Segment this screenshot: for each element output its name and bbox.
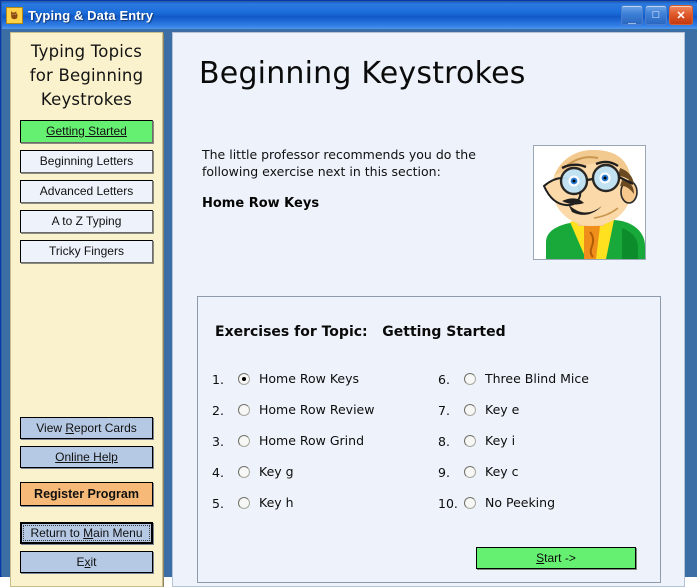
- return-accel: M: [83, 526, 94, 540]
- report-accel: R: [65, 421, 75, 435]
- exercise-number: 8.: [438, 434, 450, 449]
- radio-button[interactable]: [238, 497, 250, 509]
- radio-button[interactable]: [238, 404, 250, 416]
- sidebar-item-beginning-letters[interactable]: Beginning Letters: [20, 150, 153, 173]
- topic-label: Tricky Fingers: [49, 244, 124, 258]
- sidebar-item-advanced-letters[interactable]: Advanced Letters: [20, 180, 153, 203]
- list-item[interactable]: 10. No Peeking: [438, 495, 658, 526]
- sidebar-item-a-to-z-typing[interactable]: A to Z Typing: [20, 210, 153, 233]
- view-report-cards-button[interactable]: View Report Cards: [20, 417, 153, 439]
- exit-pre: E: [76, 555, 85, 569]
- exercise-label: Home Row Keys: [259, 371, 360, 386]
- exercise-label: Key g: [259, 464, 294, 479]
- exercises-title: Exercises for Topic: Getting Started: [215, 324, 506, 340]
- list-item[interactable]: 2. Home Row Review: [212, 402, 432, 433]
- return-post: ain Menu: [93, 526, 143, 540]
- radio-button[interactable]: [464, 466, 476, 478]
- list-item[interactable]: 7. Key e: [438, 402, 658, 433]
- list-item[interactable]: 9. Key c: [438, 464, 658, 495]
- sidebar-item-tricky-fingers[interactable]: Tricky Fingers: [20, 240, 153, 263]
- minimize-button[interactable]: _: [621, 5, 643, 25]
- topic-label: Advanced Letters: [39, 184, 134, 198]
- exercise-number: 3.: [212, 434, 224, 449]
- radio-button[interactable]: [464, 404, 476, 416]
- recommended-exercise-name: Home Row Keys: [202, 196, 320, 211]
- exercise-number: 5.: [212, 496, 224, 511]
- main-content-panel: Beginning Keystrokes The little professo…: [172, 32, 685, 587]
- recommendation-text: The little professor recommends you do t…: [202, 147, 476, 179]
- exercise-label: Home Row Review: [259, 402, 375, 417]
- exercise-label: Three Blind Mice: [485, 371, 589, 386]
- exit-post: it: [90, 555, 97, 569]
- start-button[interactable]: Start ->: [476, 547, 636, 569]
- sidebar-title-line-1: Typing Topics: [30, 42, 143, 61]
- sidebar-title-line-3: Keystrokes: [40, 90, 133, 109]
- list-item[interactable]: 5. Key h: [212, 495, 432, 526]
- exercise-number: 1.: [212, 372, 224, 387]
- close-button[interactable]: ✕: [669, 5, 693, 25]
- start-accel: S: [536, 551, 545, 565]
- radio-button[interactable]: [464, 373, 476, 385]
- exercise-label: Key c: [485, 464, 519, 479]
- exit-button[interactable]: Exit: [20, 551, 153, 573]
- exercises-group-box: Exercises for Topic: Getting Started 1. …: [197, 296, 661, 583]
- sidebar-action-buttons: View Report Cards Online Help Register P…: [11, 417, 162, 580]
- exercise-label: Key i: [485, 433, 516, 448]
- minimize-icon: _: [628, 9, 636, 25]
- application-window: Typing & Data Entry _ □ ✕ Typing Topics …: [0, 0, 697, 587]
- exercise-number: 9.: [438, 465, 450, 480]
- close-icon: ✕: [676, 9, 686, 22]
- maximize-icon: □: [652, 9, 660, 21]
- report-pre: View: [36, 421, 66, 435]
- radio-button[interactable]: [238, 435, 250, 447]
- exercise-number: 10.: [438, 496, 458, 511]
- return-pre: Return to: [30, 526, 84, 540]
- exercise-label: Home Row Grind: [259, 433, 365, 448]
- sidebar-title: Typing Topics for Beginning Keystrokes: [15, 40, 158, 112]
- sidebar-title-line-2: for Beginning: [29, 66, 144, 85]
- form-body: Typing Topics for Beginning Keystrokes G…: [2, 29, 697, 587]
- cat-icon: [6, 7, 23, 24]
- exercise-list-left: 1. Home Row Keys 2. Home Row Review 3. H…: [212, 371, 432, 526]
- radio-button[interactable]: [238, 466, 250, 478]
- exercise-number: 4.: [212, 465, 224, 480]
- report-post: eport Cards: [74, 421, 137, 435]
- title-bar: Typing & Data Entry _ □ ✕: [2, 2, 697, 29]
- online-help-label: Online Help: [55, 450, 118, 464]
- topic-button-list: Getting Started Beginning Letters Advanc…: [11, 120, 162, 263]
- window-title: Typing & Data Entry: [28, 8, 154, 23]
- exercise-number: 6.: [438, 372, 450, 387]
- radio-button[interactable]: [464, 435, 476, 447]
- exercise-number: 2.: [212, 403, 224, 418]
- sidebar-item-getting-started[interactable]: Getting Started: [20, 120, 153, 143]
- exercise-list-right: 6. Three Blind Mice 7. Key e 8. Key i 9.…: [438, 371, 658, 526]
- list-item[interactable]: 1. Home Row Keys: [212, 371, 432, 402]
- exercise-number: 7.: [438, 403, 450, 418]
- radio-button[interactable]: [238, 373, 250, 385]
- professor-image: [533, 145, 646, 260]
- exercise-label: Key e: [485, 402, 520, 417]
- register-label: Register Program: [34, 487, 139, 501]
- page-title: Beginning Keystrokes: [199, 56, 526, 91]
- list-item[interactable]: 4. Key g: [212, 464, 432, 495]
- exercise-label: No Peeking: [485, 495, 556, 510]
- topic-label: Beginning Letters: [39, 154, 134, 168]
- register-program-button[interactable]: Register Program: [20, 482, 153, 506]
- topic-label: A to Z Typing: [51, 214, 122, 228]
- sidebar: Typing Topics for Beginning Keystrokes G…: [10, 32, 163, 587]
- online-help-button[interactable]: Online Help: [20, 446, 153, 468]
- caption-button-group: _ □ ✕: [621, 5, 693, 25]
- list-item[interactable]: 6. Three Blind Mice: [438, 371, 658, 402]
- maximize-button[interactable]: □: [645, 5, 667, 25]
- list-item[interactable]: 3. Home Row Grind: [212, 433, 432, 464]
- radio-button[interactable]: [464, 497, 476, 509]
- list-item[interactable]: 8. Key i: [438, 433, 658, 464]
- exercise-label: Key h: [259, 495, 294, 510]
- start-label: tart ->: [544, 551, 576, 565]
- topic-label: Getting Started: [46, 124, 127, 138]
- return-to-main-menu-button[interactable]: Return to Main Menu: [20, 522, 153, 544]
